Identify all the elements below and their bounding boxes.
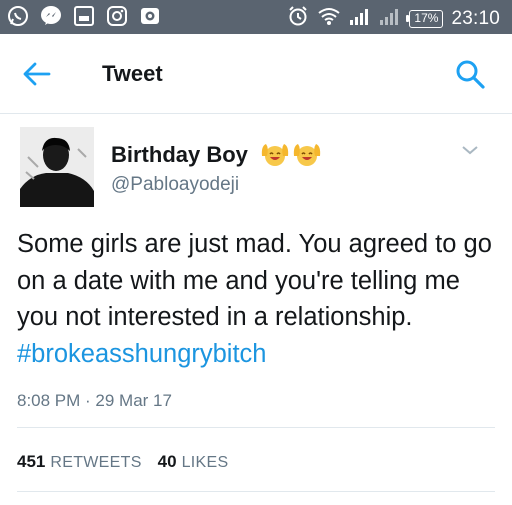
- signal-icon: [349, 6, 371, 31]
- camera-icon: [138, 4, 162, 28]
- author-handle[interactable]: @Pabloayodeji: [111, 174, 239, 196]
- tweet-timestamp: 8:08 PM · 29 Mar 17: [17, 391, 172, 410]
- signal-weak-icon: [379, 6, 401, 31]
- retweets-label[interactable]: RETWEETS: [50, 454, 141, 472]
- arrow-left-icon[interactable]: [22, 60, 52, 88]
- app-bar: Tweet: [0, 34, 512, 114]
- emoji-group: [260, 140, 322, 173]
- clock: 23:10: [451, 7, 500, 29]
- tweet-stats: 451 RETWEETS 40 LIKES: [17, 452, 244, 472]
- page-title: Tweet: [102, 61, 163, 86]
- raised-hands-face-icon: [292, 140, 322, 173]
- whatsapp-icon: [6, 4, 30, 28]
- status-bar: 17% 23:10: [0, 0, 512, 34]
- divider: [17, 491, 495, 492]
- chevron-down-icon[interactable]: [460, 142, 480, 158]
- tweet-body: Some girls are just mad. You agreed to g…: [17, 230, 492, 331]
- hashtag-link[interactable]: #brokeasshungrybitch: [17, 340, 266, 368]
- alarm-icon: [287, 5, 309, 32]
- messenger-icon: [39, 4, 63, 28]
- raised-hands-face-icon: [260, 140, 290, 173]
- avatar[interactable]: [20, 127, 94, 207]
- search-icon[interactable]: [453, 57, 487, 91]
- battery-icon: 17%: [406, 9, 444, 28]
- wifi-icon: [317, 6, 341, 31]
- tweet-text: Some girls are just mad. You agreed to g…: [17, 226, 495, 372]
- likes-count[interactable]: 40: [158, 452, 177, 472]
- gallery-icon: [72, 4, 96, 28]
- instagram-icon: [105, 4, 129, 28]
- likes-label[interactable]: LIKES: [182, 454, 229, 472]
- author-name[interactable]: Birthday Boy: [111, 142, 248, 168]
- retweets-count[interactable]: 451: [17, 452, 45, 472]
- divider: [17, 427, 495, 428]
